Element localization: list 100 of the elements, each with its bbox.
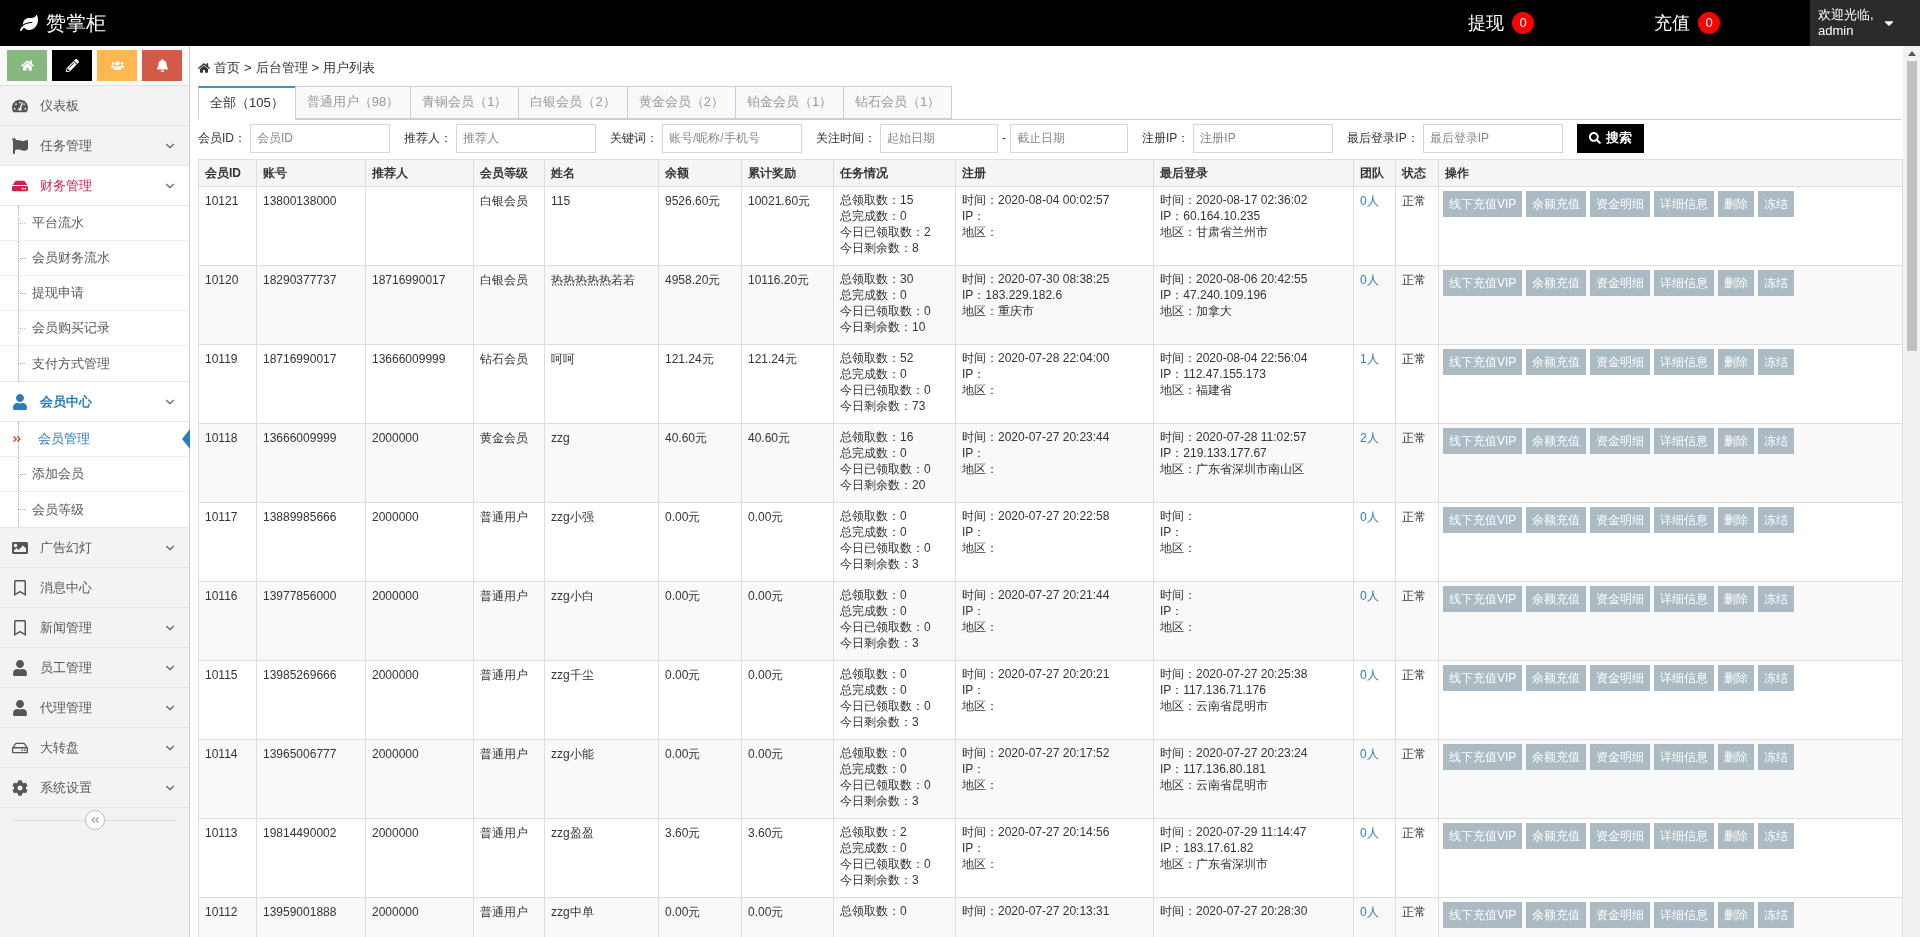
breadcrumb-link[interactable]: 首页 [214,58,240,78]
team-link[interactable]: 0人 [1360,667,1379,682]
action-button[interactable]: 删除 [1718,348,1755,375]
action-button[interactable]: 删除 [1718,901,1755,928]
team-link[interactable]: 0人 [1360,746,1379,761]
action-button[interactable]: 线下充值VIP [1443,269,1523,296]
action-button[interactable]: 详细信息 [1654,348,1715,375]
filter-input[interactable]: 会员ID [250,123,390,153]
action-button[interactable]: 冻结 [1758,585,1795,612]
team-link[interactable]: 0人 [1360,272,1379,287]
action-button[interactable]: 线下充值VIP [1443,585,1523,612]
shortcut-button[interactable] [52,50,92,81]
action-button[interactable]: 详细信息 [1654,901,1715,928]
action-button[interactable]: 资金明细 [1590,506,1651,533]
menu-item[interactable]: 财务管理 [0,166,189,206]
submenu-item[interactable]: 支付方式管理 [32,353,110,374]
action-button[interactable]: 线下充值VIP [1443,348,1523,375]
submenu-item[interactable]: 会员财务流水 [32,248,110,268]
action-button[interactable]: 线下充值VIP [1443,901,1523,928]
action-button[interactable]: 资金明细 [1590,269,1651,296]
filter-input[interactable]: 推荐人 [456,123,596,153]
scrollbar[interactable] [1903,46,1920,937]
tab[interactable]: 白银会员（2） [518,85,628,119]
action-button[interactable]: 冻结 [1758,427,1795,454]
action-button[interactable]: 冻结 [1758,901,1795,928]
tab[interactable]: 普通用户（98） [294,85,412,119]
team-link[interactable]: 0人 [1360,193,1379,208]
collapse-button[interactable] [84,810,105,830]
team-link[interactable]: 0人 [1360,904,1379,919]
action-button[interactable]: 详细信息 [1654,585,1715,612]
user-menu[interactable]: 欢迎光临, admin [1810,0,1920,46]
action-button[interactable]: 余额充值 [1526,427,1587,454]
action-button[interactable]: 删除 [1718,506,1755,533]
submenu-item[interactable]: 平台流水 [32,213,84,233]
team-link[interactable]: 0人 [1360,509,1379,524]
action-button[interactable]: 余额充值 [1526,190,1587,217]
action-button[interactable]: 删除 [1718,269,1755,296]
submenu-item[interactable]: 提现申请 [32,283,84,303]
action-button[interactable]: 删除 [1718,664,1755,691]
action-button[interactable]: 资金明细 [1590,901,1651,928]
withdraw-link[interactable]: 提现 [1468,9,1504,37]
team-link[interactable]: 0人 [1360,588,1379,603]
submenu-item[interactable]: 会员购买记录 [32,318,110,338]
action-button[interactable]: 余额充值 [1526,585,1587,612]
submenu-item[interactable]: 会员等级 [32,499,84,520]
action-button[interactable]: 详细信息 [1654,190,1715,217]
action-button[interactable]: 冻结 [1758,664,1795,691]
action-button[interactable]: 详细信息 [1654,822,1715,849]
action-button[interactable]: 详细信息 [1654,664,1715,691]
action-button[interactable]: 删除 [1718,427,1755,454]
action-button[interactable]: 详细信息 [1654,506,1715,533]
team-link[interactable]: 0人 [1360,825,1379,840]
action-button[interactable]: 删除 [1718,190,1755,217]
submenu-item[interactable]: 会员管理 [38,429,90,449]
action-button[interactable]: 删除 [1718,822,1755,849]
action-button[interactable]: 线下充值VIP [1443,743,1523,770]
filter-input[interactable]: 注册IP [1193,123,1334,153]
tab[interactable]: 黄金会员（2） [626,85,736,119]
action-button[interactable]: 详细信息 [1654,269,1715,296]
action-button[interactable]: 冻结 [1758,348,1795,375]
filter-input[interactable]: 账号/昵称/手机号 [662,123,802,153]
action-button[interactable]: 删除 [1718,585,1755,612]
action-button[interactable]: 资金明细 [1590,190,1651,217]
submenu-item[interactable]: 添加会员 [32,464,84,484]
team-link[interactable]: 1人 [1360,351,1379,366]
action-button[interactable]: 资金明细 [1590,427,1651,454]
action-button[interactable]: 冻结 [1758,822,1795,849]
action-button[interactable]: 详细信息 [1654,743,1715,770]
action-button[interactable]: 资金明细 [1590,585,1651,612]
filter-input[interactable]: 起始日期 [880,123,998,153]
action-button[interactable]: 余额充值 [1526,743,1587,770]
action-button[interactable]: 线下充值VIP [1443,506,1523,533]
breadcrumb-link[interactable]: 后台管理 [255,58,308,78]
action-button[interactable]: 冻结 [1758,506,1795,533]
tab[interactable]: 全部（105） [198,85,296,120]
action-button[interactable]: 余额充值 [1526,269,1587,296]
tab[interactable]: 钻石会员（1） [843,85,953,119]
action-button[interactable]: 线下充值VIP [1443,427,1523,454]
menu-item[interactable]: 会员中心 [0,382,189,422]
action-button[interactable]: 删除 [1718,743,1755,770]
filter-input[interactable]: 最后登录IP [1422,123,1563,153]
filter-input[interactable]: 截止日期 [1010,123,1128,153]
action-button[interactable]: 余额充值 [1526,901,1587,928]
action-button[interactable]: 线下充值VIP [1443,664,1523,691]
action-button[interactable]: 余额充值 [1526,506,1587,533]
action-button[interactable]: 资金明细 [1590,743,1651,770]
team-link[interactable]: 2人 [1360,430,1379,445]
scrollbar-thumb[interactable] [1906,61,1917,351]
search-button[interactable]: 搜索 [1576,123,1644,153]
action-button[interactable]: 资金明细 [1590,348,1651,375]
action-button[interactable]: 冻结 [1758,190,1795,217]
action-button[interactable]: 线下充值VIP [1443,822,1523,849]
recharge-link[interactable]: 充值 [1654,9,1690,37]
action-button[interactable]: 余额充值 [1526,348,1587,375]
tab[interactable]: 铂金会员（1） [734,85,845,119]
action-button[interactable]: 详细信息 [1654,427,1715,454]
action-button[interactable]: 余额充值 [1526,664,1587,691]
action-button[interactable]: 冻结 [1758,743,1795,770]
action-button[interactable]: 余额充值 [1526,822,1587,849]
tab[interactable]: 青铜会员（1） [410,85,520,119]
